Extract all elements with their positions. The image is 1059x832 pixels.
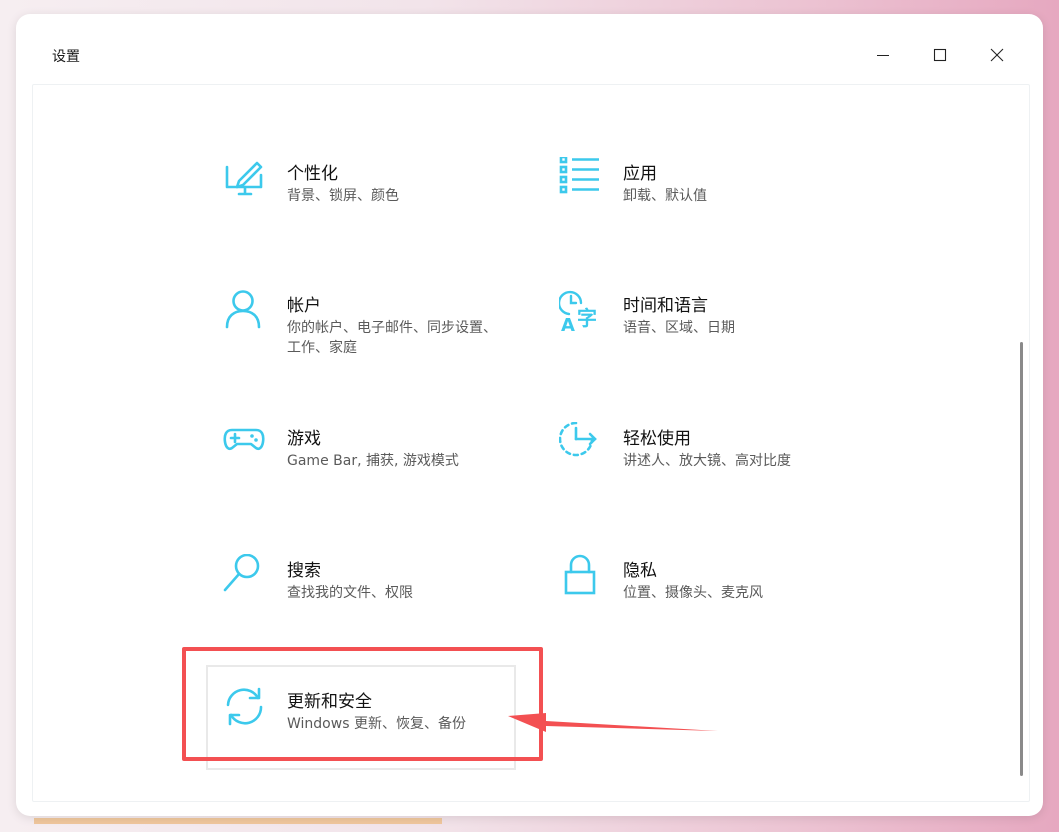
tile-apps[interactable]: 应用 卸载、默认值 bbox=[559, 157, 859, 247]
tile-time-language[interactable]: A 字 时间和语言 语音、区域、日期 bbox=[559, 289, 859, 379]
tile-name: 应用 bbox=[623, 164, 657, 184]
tile-ease-of-access[interactable]: 轻松使用 讲述人、放大镜、高对比度 bbox=[559, 422, 859, 512]
tile-description: 位置、摄像头、麦克风 bbox=[623, 585, 763, 601]
settings-window: 设置 个性化 背景、锁屏、颜色 应用 卸载、默认值 帐户 你的帐户、电子邮件、同… bbox=[16, 14, 1043, 816]
annotation-arrow-icon bbox=[508, 713, 718, 732]
apps-icon bbox=[559, 157, 599, 194]
tile-description: Game Bar, 捕获, 游戏模式 bbox=[287, 453, 459, 469]
vertical-scrollbar[interactable] bbox=[1020, 342, 1023, 776]
tile-gaming[interactable]: 游戏 Game Bar, 捕获, 游戏模式 bbox=[223, 422, 523, 512]
gamepad-icon bbox=[223, 428, 265, 451]
maximize-button[interactable] bbox=[917, 40, 963, 70]
tile-description: 你的帐户、电子邮件、同步设置、工作、家庭 bbox=[287, 320, 497, 356]
tile-personalization[interactable]: 个性化 背景、锁屏、颜色 bbox=[223, 157, 523, 247]
tile-name: 游戏 bbox=[287, 429, 321, 449]
annotation-highlight-box bbox=[182, 647, 543, 761]
tile-search[interactable]: 搜索 查找我的文件、权限 bbox=[223, 554, 523, 644]
minimize-icon bbox=[877, 55, 889, 56]
personalization-icon bbox=[225, 161, 263, 196]
close-button[interactable] bbox=[974, 40, 1020, 70]
tile-description: 卸载、默认值 bbox=[623, 188, 707, 204]
search-icon bbox=[223, 554, 260, 592]
tile-description: 背景、锁屏、颜色 bbox=[287, 188, 399, 204]
window-title: 设置 bbox=[52, 49, 80, 65]
tile-description: 讲述人、放大镜、高对比度 bbox=[623, 453, 791, 469]
tile-name: 隐私 bbox=[623, 561, 657, 581]
taskbar-accent-strip bbox=[34, 818, 442, 824]
tile-accounts[interactable]: 帐户 你的帐户、电子邮件、同步设置、工作、家庭 bbox=[223, 289, 523, 379]
maximize-icon bbox=[933, 48, 947, 62]
tile-name: 帐户 bbox=[287, 296, 321, 316]
tile-name: 时间和语言 bbox=[623, 296, 708, 316]
svg-text:A: A bbox=[561, 315, 575, 333]
tile-name: 搜索 bbox=[287, 561, 321, 581]
lock-icon bbox=[564, 554, 596, 595]
time-language-icon: A 字 bbox=[559, 290, 597, 333]
minimize-button[interactable] bbox=[860, 40, 906, 70]
account-icon bbox=[225, 290, 261, 329]
tile-name: 轻松使用 bbox=[623, 429, 691, 449]
tile-privacy[interactable]: 隐私 位置、摄像头、麦克风 bbox=[559, 554, 859, 644]
close-icon bbox=[990, 48, 1004, 62]
tile-description: 查找我的文件、权限 bbox=[287, 585, 413, 601]
tile-description: 语音、区域、日期 bbox=[623, 320, 735, 336]
tile-name: 个性化 bbox=[287, 164, 338, 184]
svg-text:字: 字 bbox=[577, 306, 597, 330]
ease-of-access-icon bbox=[559, 422, 597, 457]
